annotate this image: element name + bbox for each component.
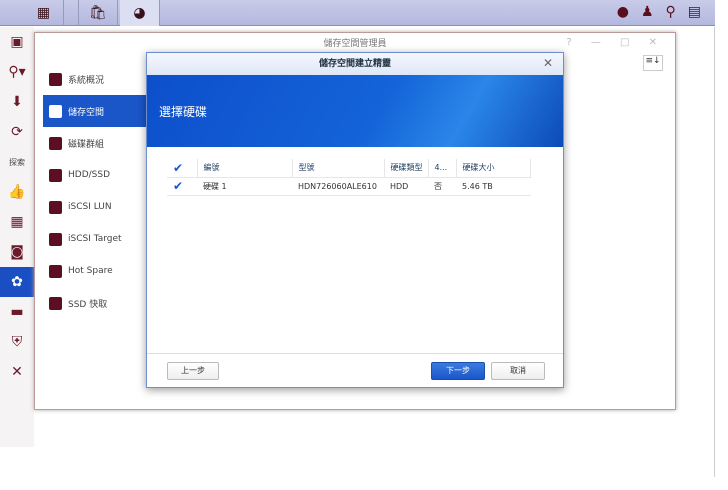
explore-label[interactable]: 探索	[0, 147, 34, 177]
row-checkbox[interactable]: ✔	[167, 177, 197, 196]
select-all-checkbox[interactable]: ✔	[167, 159, 198, 178]
volume-creation-wizard: 儲存空間建立精靈 ✕ 選擇硬碟 ✔ 編號 型號 硬碟類型 4... 硬碟大小 ✔…	[146, 52, 564, 388]
sidebar-item-label: 磁碟群組	[68, 139, 105, 150]
sidebar-item-overview[interactable]: 系統概況	[43, 63, 153, 95]
sidebar-item-disk-group[interactable]: 磁碟群組	[43, 127, 153, 159]
column-header[interactable]: 硬碟類型	[384, 159, 429, 178]
database-icon	[49, 200, 62, 214]
sidebar-item-label: 儲存空間	[68, 107, 105, 118]
cancel-button[interactable]: 取消	[491, 362, 545, 380]
column-header[interactable]: 型號	[292, 159, 385, 178]
table-header: ✔ 編號 型號 硬碟類型 4... 硬碟大小	[167, 159, 531, 178]
thumbs-up-icon[interactable]: 👍	[0, 177, 34, 207]
storage-icon[interactable]: ✿	[0, 267, 34, 297]
apps-grid-icon[interactable]: ▦	[24, 0, 64, 26]
column-header[interactable]: 4...	[428, 159, 457, 178]
refresh-icon[interactable]: ⟳	[0, 117, 34, 147]
widgets-icon[interactable]: ▤	[688, 4, 701, 20]
disk-group-icon	[49, 136, 62, 150]
column-header[interactable]: 編號	[197, 159, 293, 178]
step-heading: 選擇硬碟	[159, 105, 208, 119]
download-icon[interactable]: ⬇	[0, 87, 34, 117]
disk-type: HDD	[384, 177, 428, 196]
sidebar-item-label: Hot Spare	[68, 266, 113, 276]
lightning-icon	[49, 296, 62, 310]
search-icon[interactable]: ⚲	[666, 4, 676, 20]
grid-icon[interactable]: ▦	[0, 207, 34, 237]
dialog-footer: 上一步 下一步 取消	[147, 353, 563, 387]
user-icon[interactable]: ♟	[641, 4, 654, 20]
hdd-icon	[49, 168, 62, 182]
next-button[interactable]: 下一步	[431, 362, 485, 380]
sort-button[interactable]: ≡↓	[643, 55, 663, 71]
tools-icon[interactable]: ✕	[0, 357, 34, 387]
shield-icon[interactable]: ⛨	[0, 327, 34, 357]
window-controls[interactable]: ? — □ ✕	[566, 37, 665, 48]
storage-manager-icon[interactable]: ◕	[120, 0, 160, 26]
sidebar-item-ssd-cache[interactable]: SSD 快取	[43, 287, 153, 319]
table-row[interactable]: ✔ 硬碟 1 HDN726060ALE610 HDD 否 5.46 TB	[167, 177, 531, 196]
chat-icon[interactable]: ●	[617, 4, 629, 20]
sidebar-item-label: HDD/SSD	[68, 170, 111, 180]
sidebar-item-iscsi-lun[interactable]: iSCSI LUN	[43, 191, 153, 223]
dock: ▣ ⚲▾ ⬇ ⟳ 探索 👍 ▦ ◙ ✿ ▬ ⛨ ✕	[0, 27, 34, 447]
column-header[interactable]: 硬碟大小	[456, 159, 531, 178]
sidebar-item-label: iSCSI LUN	[68, 202, 112, 212]
sidebar-item-iscsi-target[interactable]: iSCSI Target	[43, 223, 153, 255]
search-dropdown-icon[interactable]: ⚲▾	[0, 57, 34, 87]
sidebar: 系統概況 儲存空間 磁碟群組 HDD/SSD iSCSI LUN iSCSI T…	[43, 63, 153, 319]
disk-model: HDN726060ALE610	[292, 177, 384, 196]
briefcase-icon[interactable]: ▬	[0, 297, 34, 327]
sidebar-item-label: SSD 快取	[68, 299, 108, 310]
package-icon[interactable]: ▣	[0, 27, 34, 57]
plus-box-icon	[49, 264, 62, 278]
sidebar-item-label: 系統概況	[68, 75, 105, 86]
taskbar: ▦ 🛍 ◕ ● ♟ ⚲ ▤	[0, 0, 715, 26]
sidebar-item-volume[interactable]: 儲存空間	[43, 95, 153, 127]
disk-table: ✔ 編號 型號 硬碟類型 4... 硬碟大小 ✔ 硬碟 1 HDN726060A…	[167, 159, 531, 196]
back-button[interactable]: 上一步	[167, 362, 219, 380]
package-center-icon[interactable]: 🛍	[78, 0, 118, 26]
volume-icon	[49, 104, 62, 118]
camera-icon[interactable]: ◙	[0, 237, 34, 267]
disk-size: 5.46 TB	[456, 177, 531, 196]
disk-4k: 否	[428, 177, 456, 196]
overview-icon	[49, 72, 62, 86]
sidebar-item-hot-spare[interactable]: Hot Spare	[43, 255, 153, 287]
close-icon[interactable]: ✕	[543, 56, 553, 70]
wizard-banner: 選擇硬碟	[147, 75, 563, 147]
disk-id: 硬碟 1	[197, 177, 292, 196]
dialog-title: 儲存空間建立精靈	[147, 53, 563, 75]
sidebar-item-hdd-ssd[interactable]: HDD/SSD	[43, 159, 153, 191]
globe-icon	[49, 232, 62, 246]
sidebar-item-label: iSCSI Target	[68, 234, 122, 244]
